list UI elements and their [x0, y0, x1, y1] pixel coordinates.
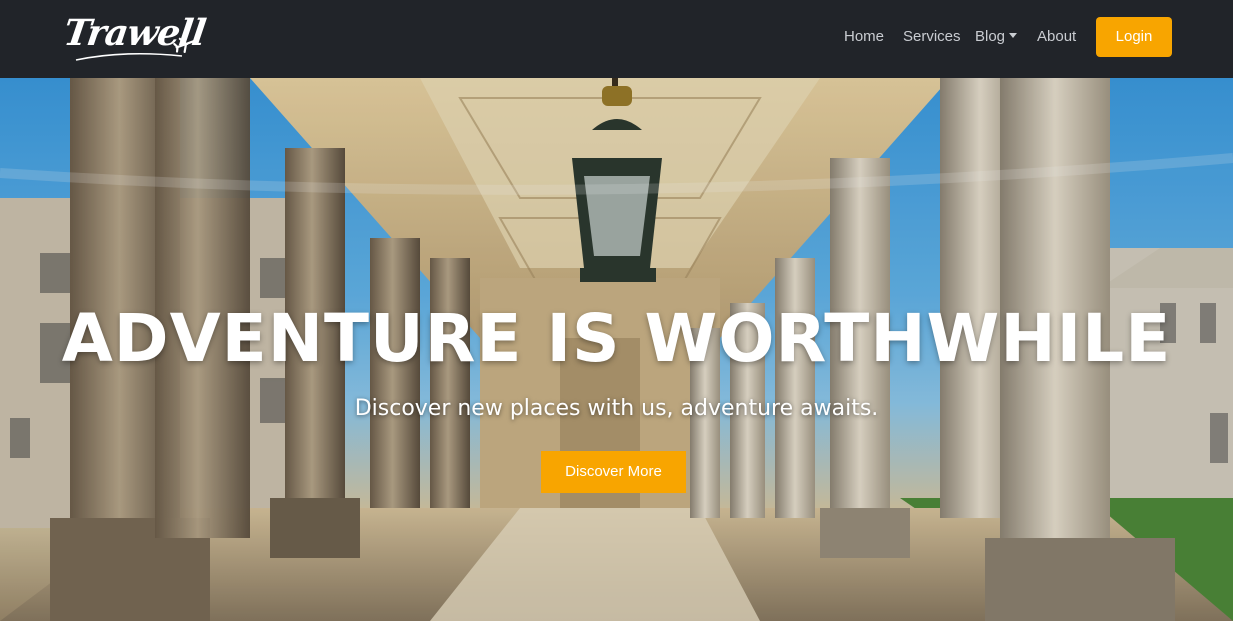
login-button[interactable]: Login — [1096, 17, 1172, 57]
navbar: Trawell Home Services Blog About Login — [0, 0, 1233, 78]
hero-title: ADVENTURE IS WORTHWHILE — [61, 300, 1172, 377]
hero-subtitle: Discover new places with us, adventure a… — [354, 396, 879, 421]
chevron-down-icon — [1009, 33, 1018, 38]
hero-section: ADVENTURE IS WORTHWHILE Discover new pla… — [0, 78, 1233, 621]
discover-more-button[interactable]: Discover More — [541, 451, 686, 493]
brand-logo[interactable]: Trawell — [61, 10, 208, 66]
nav-home[interactable]: Home — [844, 28, 884, 45]
nav-blog-label: Blog — [975, 28, 1006, 45]
brand-name: Trawell — [61, 12, 208, 54]
nav-blog-dropdown[interactable]: Blog — [975, 28, 1018, 45]
nav-services[interactable]: Services — [903, 28, 961, 45]
nav-about[interactable]: About — [1037, 28, 1076, 45]
